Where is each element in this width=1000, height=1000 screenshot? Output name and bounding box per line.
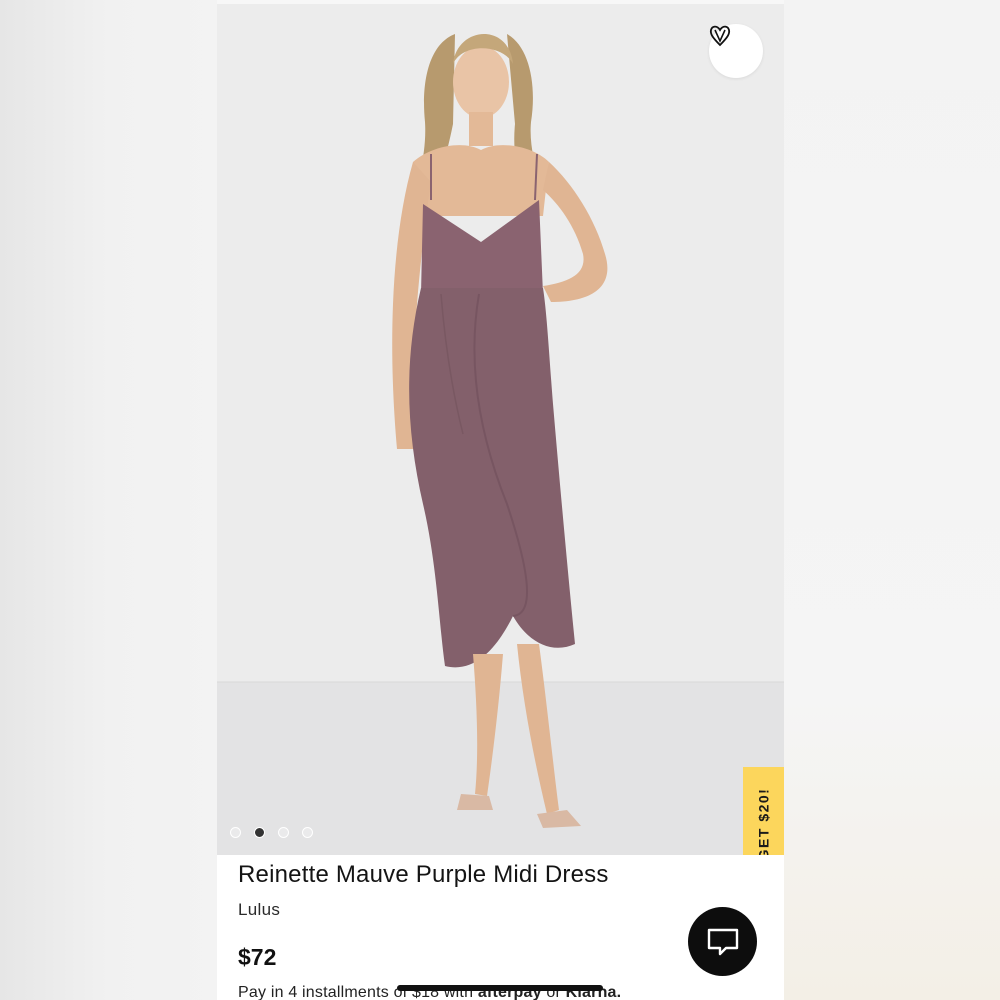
left-background	[0, 0, 217, 1000]
carousel-dot[interactable]	[230, 827, 241, 838]
home-indicator	[397, 985, 603, 991]
promo-label: GET $20!	[755, 787, 772, 855]
carousel-dot-active[interactable]	[254, 827, 265, 838]
chat-bubble-icon	[707, 928, 738, 955]
price: $72	[238, 944, 277, 970]
wishlist-button[interactable]	[709, 24, 763, 78]
carousel-dot[interactable]	[302, 827, 313, 838]
right-background	[784, 0, 1000, 1000]
heart-v-icon	[709, 25, 731, 47]
product-image[interactable]: GET $20!	[217, 4, 784, 855]
promo-tab[interactable]: GET $20!	[743, 767, 784, 855]
model-photo	[217, 4, 784, 855]
product-title: Reinette Mauve Purple Midi Dress	[238, 861, 609, 888]
brand-name[interactable]: Lulus	[238, 900, 280, 920]
carousel-dot[interactable]	[278, 827, 289, 838]
chat-button[interactable]	[688, 907, 757, 976]
product-page: GET $20! Reinette Mauve Purple Midi Dres…	[217, 4, 784, 1000]
carousel-dots	[230, 827, 313, 839]
